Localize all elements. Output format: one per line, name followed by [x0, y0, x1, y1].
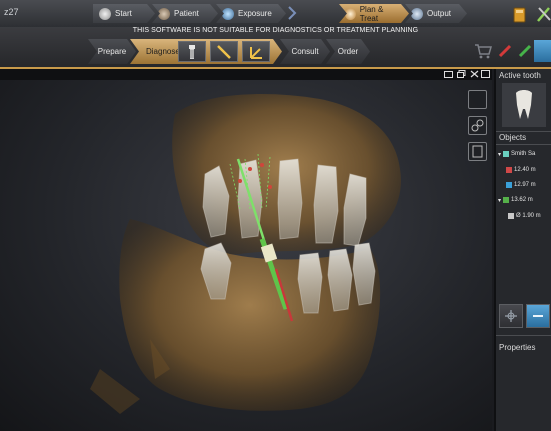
object-color-swatch [503, 151, 510, 157]
cart-icon[interactable] [472, 40, 494, 62]
green-tool-icon[interactable] [514, 40, 536, 62]
tab-output[interactable]: Output [405, 4, 467, 23]
angle-measure-button[interactable] [242, 41, 270, 62]
object-label: 12.40 m [514, 167, 536, 173]
object-color-swatch [506, 167, 512, 173]
exposure-icon [222, 8, 234, 20]
tools-icon[interactable] [535, 4, 551, 24]
3d-viewport[interactable] [0, 69, 492, 431]
tab-start[interactable]: Start [93, 4, 155, 23]
window-title-fragment: z27 [4, 7, 19, 17]
tab-patient[interactable]: Patient [152, 4, 218, 23]
toolbox-icon[interactable] [512, 4, 530, 24]
active-tooth-preview[interactable] [502, 83, 546, 127]
jaw-3d-volume [90, 94, 401, 414]
red-tool-icon[interactable] [494, 40, 516, 62]
view-mode-icon[interactable] [534, 40, 551, 62]
expand-icon[interactable]: ▾ [498, 151, 501, 158]
step-consult[interactable]: Consult [280, 39, 330, 64]
step-consult-label: Consult [291, 47, 319, 56]
properties-title: Properties [499, 343, 536, 352]
step-prepare-label: Prepare [97, 47, 127, 56]
disclaimer-banner: THIS SOFTWARE IS NOT SUITABLE FOR DIAGNO… [132, 27, 419, 34]
expand-icon[interactable]: ▾ [498, 197, 501, 204]
object-row-implant[interactable]: ▾ 13.62 m [498, 194, 533, 206]
line-measure-icon [217, 44, 231, 59]
step-order-label: Order [337, 47, 359, 56]
tab-output-label: Output [427, 9, 452, 18]
implant-tool-button[interactable] [178, 41, 206, 62]
step-order[interactable]: Order [326, 39, 370, 64]
workflow-bar: THIS SOFTWARE IS NOT SUITABLE FOR DIAGNO… [0, 27, 551, 69]
object-row-measure-1[interactable]: 12.40 m [506, 164, 536, 176]
object-label: 13.62 m [511, 197, 533, 203]
step-diagnose-label: Diagnose [146, 47, 180, 56]
remove-object-button[interactable] [526, 304, 550, 328]
tab-patient-label: Patient [174, 9, 199, 18]
arrow-icon [288, 6, 297, 20]
object-label: Smith Sa [511, 151, 536, 157]
implant-tool-icon [189, 44, 195, 59]
object-label: 12.97 m [514, 182, 536, 188]
divider [496, 131, 551, 132]
add-object-button[interactable] [499, 304, 523, 328]
plan-treat-icon [345, 8, 356, 20]
tab-exposure[interactable]: Exposure [216, 4, 286, 23]
divider [496, 335, 551, 336]
object-row-diameter[interactable]: Ø 1.90 m [508, 210, 541, 222]
start-icon [99, 8, 111, 20]
tab-exposure-label: Exposure [238, 9, 272, 18]
patient-icon [158, 8, 170, 20]
step-prepare[interactable]: Prepare [88, 39, 136, 64]
object-color-swatch [503, 197, 510, 203]
object-color-swatch [506, 182, 512, 188]
object-row-measure-2[interactable]: 12.97 m [506, 179, 536, 191]
angle-measure-icon [250, 46, 262, 59]
object-color-swatch [508, 213, 514, 219]
tab-start-label: Start [115, 9, 132, 18]
object-label: Ø 1.90 m [516, 213, 541, 219]
tooth-icon [516, 90, 532, 119]
active-tooth-title: Active tooth [499, 71, 541, 80]
divider [496, 144, 551, 145]
objects-title: Objects [499, 133, 527, 142]
output-icon [411, 8, 423, 20]
minus-icon [533, 315, 543, 317]
right-side-panel: Active tooth Objects ▾ Smith Sa 12.40 m … [494, 69, 551, 431]
top-navigation-bar: z27 Start Patient Exposure Plan & Treat … [0, 0, 551, 28]
object-row-patient[interactable]: ▾ Smith Sa [498, 148, 535, 160]
tab-plan-and-treat[interactable]: Plan & Treat [339, 4, 409, 23]
crosshair-icon [505, 310, 517, 322]
line-measure-button[interactable] [210, 41, 238, 62]
tab-plan-and-treat-label: Plan & Treat [359, 4, 384, 23]
